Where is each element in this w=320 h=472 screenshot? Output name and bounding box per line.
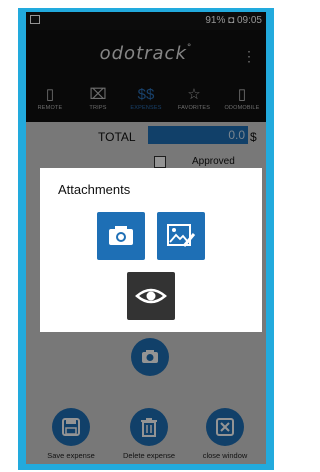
choose-gallery-button[interactable]	[157, 212, 205, 260]
camera-icon	[109, 226, 133, 245]
phone-screen: 91% ◘ 09:05 odotrack° ⋮ ▯ REMOTE ⌧ TRIPS…	[26, 12, 266, 464]
gallery-icon	[167, 224, 196, 247]
dialog-title: Attachments	[58, 182, 131, 197]
attachments-dialog: Attachments	[40, 168, 262, 332]
view-attachment-button[interactable]	[127, 272, 175, 320]
take-photo-button[interactable]	[97, 212, 145, 260]
eye-icon	[135, 288, 167, 304]
